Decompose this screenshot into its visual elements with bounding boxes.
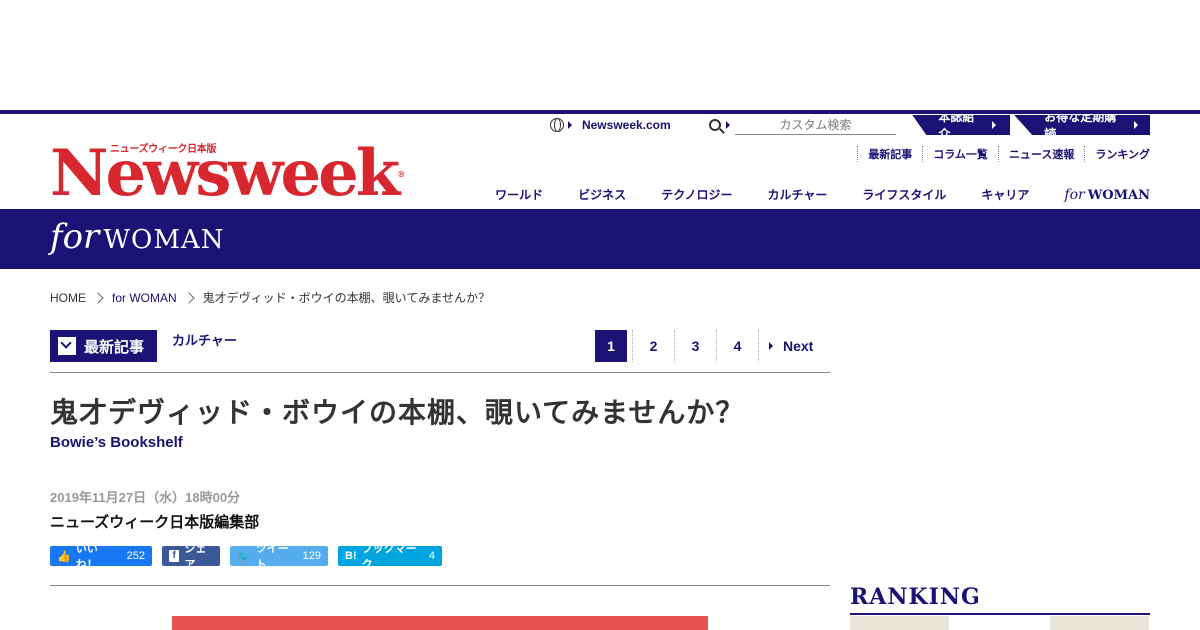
nav-technology[interactable]: テクノロジー xyxy=(661,186,732,203)
ranking-heading: RANKING xyxy=(850,584,981,610)
triangle-right-icon xyxy=(725,121,730,129)
triangle-right-icon xyxy=(769,342,773,350)
twitter-icon: 🐦 xyxy=(237,550,251,563)
ad-space xyxy=(0,0,1200,110)
nav-career[interactable]: キャリア xyxy=(981,186,1029,203)
search-icon[interactable] xyxy=(708,119,721,131)
article-title: 鬼才デヴィッド・ボウイの本棚、覗いてみませんか？ xyxy=(50,397,745,428)
article-hero-image xyxy=(172,616,708,630)
chevron-right-icon xyxy=(92,291,104,304)
like-count: 252 xyxy=(126,550,145,562)
pagination: 1 2 3 4 Next xyxy=(590,330,813,362)
breadcrumb-current: 鬼才デヴィッド・ボウイの本棚、覗いてみませんか？ xyxy=(202,291,490,305)
triangle-right-icon xyxy=(567,121,572,129)
latest-articles-label: 最新記事 xyxy=(84,338,145,356)
subscribe-button[interactable]: お得な定期購読 xyxy=(1014,115,1150,135)
next-page-link[interactable]: Next xyxy=(758,330,813,362)
article-subtitle: Bowie’s Bookshelf xyxy=(50,434,183,451)
sub-nav-columns[interactable]: コラム一覧 xyxy=(922,146,998,162)
tweet-count: 129 xyxy=(302,550,321,562)
breadcrumb: HOME for WOMAN 鬼才デヴィッド・ボウイの本棚、覗いてみませんか？ xyxy=(50,289,490,306)
page-3[interactable]: 3 xyxy=(674,330,716,362)
ranking-divider xyxy=(850,613,1150,615)
hatena-bookmark-icon: B! xyxy=(345,550,357,562)
sub-nav-ranking[interactable]: ランキング xyxy=(1084,146,1150,162)
utility-bar: Newsweek.com 本誌紹介 お得な定期購読 xyxy=(550,114,1150,136)
share-buttons: 👍 いいね！ 252 f シェア 🐦 ツイート 129 B! ブックマーク 4 xyxy=(50,543,452,571)
hatena-bookmark-button[interactable]: B! ブックマーク 4 xyxy=(338,543,442,571)
article-date: 2019年11月27日（水）18時00分 xyxy=(50,490,241,505)
sub-nav: 最新記事 コラム一覧 ニュース速報 ランキング xyxy=(857,146,1150,162)
category-link[interactable]: カルチャー xyxy=(172,330,237,349)
ranking-thumbnails xyxy=(850,616,1150,630)
newsweek-logo[interactable]: ニューズウィーク日本版 Newsweek® xyxy=(50,136,405,211)
arrow-right-icon xyxy=(1134,121,1138,129)
page-4[interactable]: 4 xyxy=(716,330,758,362)
sub-nav-breaking-news[interactable]: ニュース速報 xyxy=(997,146,1084,162)
chevron-down-icon xyxy=(58,337,76,355)
facebook-like-button[interactable]: 👍 いいね！ 252 xyxy=(50,543,152,571)
thumbs-up-icon: 👍 xyxy=(57,550,71,563)
divider xyxy=(50,585,830,586)
section-title: for WOMAN xyxy=(50,217,225,257)
nav-business[interactable]: ビジネス xyxy=(578,186,626,203)
chevron-right-icon xyxy=(183,291,195,304)
sub-nav-latest[interactable]: 最新記事 xyxy=(857,146,922,162)
ranking-thumbnail[interactable] xyxy=(950,616,1050,630)
facebook-icon: f xyxy=(169,550,180,562)
nav-lifestyle[interactable]: ライフスタイル xyxy=(862,186,946,203)
logo-wordmark: Newsweek® xyxy=(50,136,405,211)
divider xyxy=(50,372,830,373)
section-band: for WOMAN xyxy=(0,209,1200,269)
tweet-button[interactable]: 🐦 ツイート 129 xyxy=(230,543,328,571)
arrow-right-icon xyxy=(992,121,997,129)
magazine-intro-button[interactable]: 本誌紹介 xyxy=(912,115,1011,135)
page-2[interactable]: 2 xyxy=(632,330,674,362)
newsweek-com-link[interactable]: Newsweek.com xyxy=(582,118,671,132)
site-header: ニューズウィーク日本版 Newsweek® Newsweek.com 本誌紹介 … xyxy=(0,114,1200,209)
breadcrumb-for-woman[interactable]: for WOMAN xyxy=(112,291,177,305)
latest-articles-button[interactable]: 最新記事 xyxy=(50,330,157,362)
logo-subtitle: ニューズウィーク日本版 xyxy=(110,144,217,155)
nav-culture[interactable]: カルチャー xyxy=(767,186,827,203)
ranking-thumbnail[interactable] xyxy=(850,616,950,630)
facebook-share-button[interactable]: f シェア xyxy=(162,543,220,571)
ranking-thumbnail[interactable] xyxy=(1050,616,1150,630)
globe-icon xyxy=(550,118,564,132)
main-nav: ワールド ビジネス テクノロジー カルチャー ライフスタイル キャリア for W… xyxy=(460,186,1150,203)
bookmark-count: 4 xyxy=(428,550,435,562)
nav-world[interactable]: ワールド xyxy=(495,186,543,203)
breadcrumb-home[interactable]: HOME xyxy=(50,291,86,305)
nav-for-woman[interactable]: for WOMAN xyxy=(1064,187,1150,203)
page-1[interactable]: 1 xyxy=(595,330,627,362)
article-author[interactable]: ニューズウィーク日本版編集部 xyxy=(50,511,259,532)
search-input[interactable] xyxy=(734,115,897,135)
